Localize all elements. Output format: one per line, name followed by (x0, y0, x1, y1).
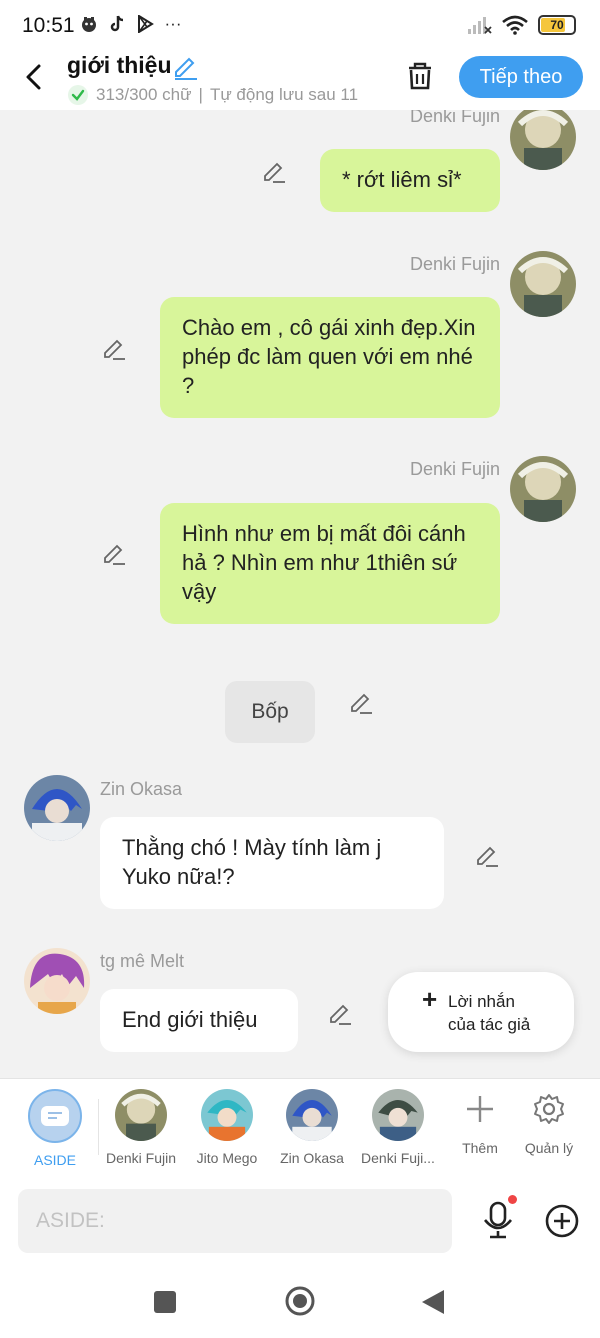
microphone-icon[interactable] (480, 1200, 516, 1240)
recent-apps-button[interactable] (154, 1291, 176, 1313)
system-nav-bar (0, 1264, 600, 1338)
separator: | (198, 85, 203, 104)
edit-title-icon[interactable] (172, 52, 200, 80)
edit-message-icon[interactable] (348, 689, 374, 715)
saved-check-icon (68, 85, 88, 105)
character-aside[interactable]: ASIDE (12, 1089, 98, 1168)
message-bubble[interactable]: * rớt liêm sỉ* (320, 149, 500, 212)
avatar[interactable] (510, 456, 576, 522)
message-bubble[interactable]: Hình như em bị mất đôi cánh hả ? Nhìn em… (160, 503, 500, 624)
autosave-status: Tự động lưu sau 11 (209, 85, 359, 104)
input-bar (0, 1178, 600, 1264)
word-count: 313/300 chữ (96, 85, 192, 104)
character-jito-mego[interactable]: Jito Mego (184, 1089, 270, 1166)
back-arrow-icon[interactable] (18, 60, 52, 94)
avatar (372, 1089, 424, 1141)
avatar[interactable] (510, 110, 576, 170)
character-zin-okasa[interactable]: Zin Okasa (269, 1089, 355, 1166)
trash-icon[interactable] (402, 58, 438, 94)
status-time: 10:51 (22, 14, 75, 37)
nav-back-button[interactable] (420, 1288, 446, 1316)
aside-icon (28, 1089, 82, 1143)
avatar (201, 1089, 253, 1141)
chat-area[interactable]: Denki Fujin * rớt liêm sỉ* Denki Fujin C… (0, 110, 600, 1078)
recording-indicator (508, 1195, 517, 1204)
speaker-name: Denki Fujin (409, 110, 500, 126)
add-attachment-icon[interactable] (544, 1203, 580, 1239)
character-denki-fujin-2[interactable]: Denki Fuji... (355, 1089, 441, 1166)
tiktok-icon (110, 15, 124, 32)
character-denki-fujin[interactable]: Denki Fujin (98, 1089, 184, 1166)
next-button[interactable]: Tiếp theo (459, 56, 583, 98)
app-notification-icon (82, 17, 96, 32)
home-button[interactable] (285, 1286, 315, 1316)
author-note-button[interactable]: + Lời nhắn của tác giả (388, 972, 574, 1052)
edit-message-icon[interactable] (474, 842, 500, 868)
editor-header: giới thiệu 313/300 chữ | Tự động lưu sau… (0, 52, 600, 110)
message-input[interactable] (18, 1189, 452, 1253)
speaker-name: Zin Okasa (100, 779, 183, 799)
edit-message-icon[interactable] (327, 1000, 353, 1026)
gear-icon (534, 1094, 564, 1124)
speaker-name: tg mê Melt (100, 951, 185, 971)
plus-icon (467, 1096, 493, 1122)
character-bar: ASIDE Denki Fujin Jito Mego Zin Okasa De… (0, 1078, 600, 1178)
avatar (286, 1089, 338, 1141)
avatar (115, 1089, 167, 1141)
edit-message-icon[interactable] (101, 335, 127, 361)
manage-characters-button[interactable]: Quản lý (514, 1093, 584, 1156)
edit-message-icon[interactable] (101, 540, 127, 566)
battery-icon: 70 (538, 15, 576, 35)
avatar[interactable] (24, 948, 90, 1014)
plus-icon: + (422, 984, 438, 1014)
avatar[interactable] (24, 775, 90, 841)
avatar[interactable] (510, 251, 576, 317)
speaker-name: Denki Fujin (409, 254, 500, 274)
more-notifications-icon: ··· (164, 14, 182, 33)
message-bubble[interactable]: Chào em , cô gái xinh đẹp.Xin phép đc là… (160, 297, 500, 418)
status-bar: 10:51 ··· 70 (0, 0, 600, 52)
page-title: giới thiệu (67, 52, 172, 78)
edit-message-icon[interactable] (261, 158, 287, 184)
message-bubble[interactable]: Thằng chó ! Mày tính làm j Yuko nữa!? (100, 817, 444, 909)
message-bubble[interactable]: End giới thiệu (100, 989, 298, 1052)
narration-bubble[interactable]: Bốp (225, 681, 315, 743)
signal-icon (468, 17, 492, 34)
wifi-icon (502, 15, 528, 35)
speaker-name: Denki Fujin (409, 459, 500, 479)
play-store-icon (138, 15, 154, 33)
add-character-button[interactable]: Thêm (445, 1093, 515, 1156)
